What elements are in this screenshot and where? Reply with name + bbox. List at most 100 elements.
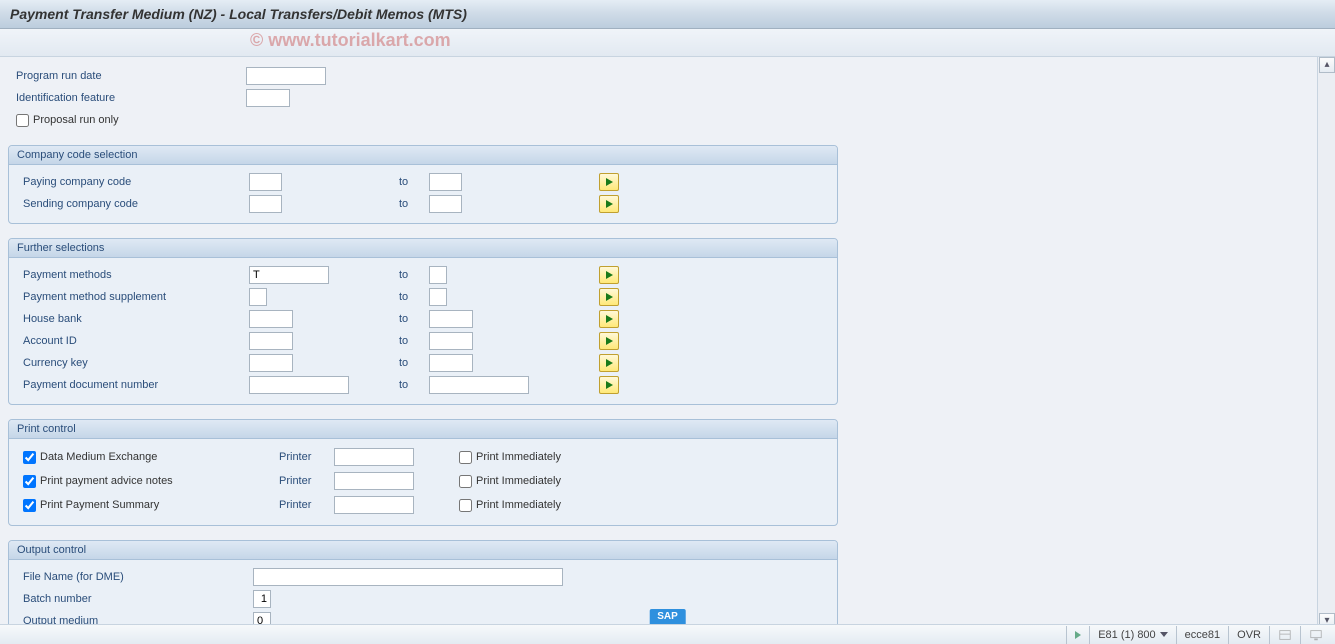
payment-method-supplement-from[interactable] xyxy=(249,288,267,306)
print-control-group: Print control Data Medium Exchange Print… xyxy=(8,419,838,526)
house-bank-label: House bank xyxy=(23,313,249,325)
status-mode: OVR xyxy=(1228,626,1269,644)
summary-print-immediately-checkbox[interactable] xyxy=(459,499,472,512)
output-control-group: Output control File Name (for DME) Batch… xyxy=(8,540,838,629)
further-selections-group: Further selections Payment methods to Pa… xyxy=(8,238,838,405)
data-medium-exchange-checkbox[interactable] xyxy=(23,451,36,464)
identification-feature-input[interactable] xyxy=(246,89,290,107)
arrow-right-icon xyxy=(606,315,613,323)
print-payment-summary-checkbox[interactable] xyxy=(23,499,36,512)
account-id-from[interactable] xyxy=(249,332,293,350)
advice-printer-input[interactable] xyxy=(334,472,414,490)
advice-print-immediately-checkbox[interactable] xyxy=(459,475,472,488)
window-title-bar: Payment Transfer Medium (NZ) - Local Tra… xyxy=(0,0,1335,29)
arrow-right-icon xyxy=(606,337,613,345)
status-local-layout-icon[interactable] xyxy=(1300,626,1331,644)
scroll-up-button[interactable]: ▴ xyxy=(1319,57,1335,73)
payment-document-number-to[interactable] xyxy=(429,376,529,394)
paying-company-code-from[interactable] xyxy=(249,173,282,191)
sending-company-code-multi-select-button[interactable] xyxy=(599,195,619,213)
print-payment-summary-label: Print Payment Summary xyxy=(40,499,159,511)
status-layout-icon[interactable] xyxy=(1269,626,1300,644)
paying-company-code-to[interactable] xyxy=(429,173,462,191)
status-bar: E81 (1) 800 ecce81 OVR xyxy=(0,624,1335,644)
currency-key-multi-select-button[interactable] xyxy=(599,354,619,372)
print-immediately-label: Print Immediately xyxy=(476,451,561,463)
payment-methods-to[interactable] xyxy=(429,266,447,284)
printer-label: Printer xyxy=(279,475,334,487)
status-play-icon[interactable] xyxy=(1066,626,1089,644)
to-label: to xyxy=(399,335,429,347)
print-immediately-label: Print Immediately xyxy=(476,499,561,511)
sap-logo: SAP xyxy=(649,609,686,624)
account-id-to[interactable] xyxy=(429,332,473,350)
file-name-label: File Name (for DME) xyxy=(23,571,253,583)
file-name-input[interactable] xyxy=(253,568,563,586)
status-server: ecce81 xyxy=(1176,626,1228,644)
proposal-run-only-checkbox[interactable] xyxy=(16,114,29,127)
paying-company-code-label: Paying company code xyxy=(23,176,249,188)
print-immediately-label: Print Immediately xyxy=(476,475,561,487)
further-selections-header: Further selections xyxy=(9,239,837,258)
to-label: to xyxy=(399,269,429,281)
arrow-right-icon xyxy=(606,200,613,208)
currency-key-label: Currency key xyxy=(23,357,249,369)
batch-number-input[interactable] xyxy=(253,590,271,608)
payment-methods-label: Payment methods xyxy=(23,269,249,281)
dme-printer-input[interactable] xyxy=(334,448,414,466)
arrow-right-icon xyxy=(606,271,613,279)
monitor-icon xyxy=(1309,628,1323,642)
printer-label: Printer xyxy=(279,451,334,463)
house-bank-to[interactable] xyxy=(429,310,473,328)
payment-methods-from[interactable] xyxy=(249,266,329,284)
application-toolbar xyxy=(0,29,1335,57)
dme-print-immediately-checkbox[interactable] xyxy=(459,451,472,464)
printer-label: Printer xyxy=(279,499,334,511)
payment-document-number-label: Payment document number xyxy=(23,379,249,391)
payment-methods-multi-select-button[interactable] xyxy=(599,266,619,284)
to-label: to xyxy=(399,313,429,325)
house-bank-from[interactable] xyxy=(249,310,293,328)
to-label: to xyxy=(399,357,429,369)
program-run-date-input[interactable] xyxy=(246,67,326,85)
payment-document-number-multi-select-button[interactable] xyxy=(599,376,619,394)
arrow-right-icon xyxy=(606,293,613,301)
payment-method-supplement-to[interactable] xyxy=(429,288,447,306)
print-payment-advice-checkbox[interactable] xyxy=(23,475,36,488)
to-label: to xyxy=(399,176,429,188)
arrow-right-icon xyxy=(606,359,613,367)
main-content-area: Program run date Identification feature … xyxy=(0,57,1317,629)
print-control-header: Print control xyxy=(9,420,837,439)
to-label: to xyxy=(399,198,429,210)
account-id-label: Account ID xyxy=(23,335,249,347)
arrow-right-icon xyxy=(606,381,613,389)
program-run-date-label: Program run date xyxy=(16,70,246,82)
currency-key-from[interactable] xyxy=(249,354,293,372)
print-payment-advice-label: Print payment advice notes xyxy=(40,475,173,487)
to-label: to xyxy=(399,379,429,391)
chevron-down-icon xyxy=(1160,632,1168,637)
company-code-selection-header: Company code selection xyxy=(9,146,837,165)
summary-printer-input[interactable] xyxy=(334,496,414,514)
payment-method-supplement-multi-select-button[interactable] xyxy=(599,288,619,306)
house-bank-multi-select-button[interactable] xyxy=(599,310,619,328)
sending-company-code-from[interactable] xyxy=(249,195,282,213)
sending-company-code-to[interactable] xyxy=(429,195,462,213)
payment-document-number-from[interactable] xyxy=(249,376,349,394)
vertical-scrollbar[interactable]: ▴ ▾ xyxy=(1317,57,1335,629)
company-code-selection-group: Company code selection Paying company co… xyxy=(8,145,838,224)
sending-company-code-label: Sending company code xyxy=(23,198,249,210)
account-id-multi-select-button[interactable] xyxy=(599,332,619,350)
window-title: Payment Transfer Medium (NZ) - Local Tra… xyxy=(10,6,467,22)
paying-company-code-multi-select-button[interactable] xyxy=(599,173,619,191)
status-session[interactable]: E81 (1) 800 xyxy=(1089,626,1175,644)
payment-method-supplement-label: Payment method supplement xyxy=(23,291,249,303)
to-label: to xyxy=(399,291,429,303)
output-control-header: Output control xyxy=(9,541,837,560)
layout-icon xyxy=(1278,628,1292,642)
batch-number-label: Batch number xyxy=(23,593,253,605)
arrow-right-icon xyxy=(606,178,613,186)
currency-key-to[interactable] xyxy=(429,354,473,372)
data-medium-exchange-label: Data Medium Exchange xyxy=(40,451,157,463)
play-icon xyxy=(1075,631,1081,639)
